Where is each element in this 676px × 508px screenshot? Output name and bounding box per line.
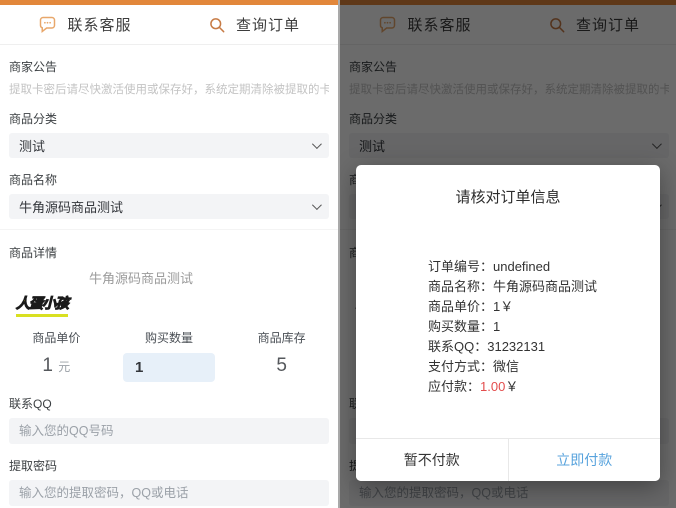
order-number-label: 订单编号： bbox=[428, 259, 494, 274]
chevron-down-icon bbox=[311, 139, 322, 150]
order-info-list: 订单编号：undefined 商品名称：牛角源码商品测试 商品单价：1￥ 购买数… bbox=[356, 257, 660, 397]
category-select[interactable]: 测试 bbox=[9, 133, 329, 158]
stock-label: 商品库存 bbox=[257, 331, 306, 345]
pay-now-button[interactable]: 立即付款 bbox=[507, 439, 660, 481]
order-number-value: undefined bbox=[493, 259, 551, 274]
search-icon bbox=[210, 17, 225, 32]
quantity-input[interactable] bbox=[123, 353, 215, 382]
quantity-value: 1 bbox=[493, 319, 501, 334]
contact-qq-label: 联系QQ： bbox=[428, 339, 488, 354]
notice-section: 商家公告 提取卡密后请尽快激活使用或保存好，系统定期清除被提取的卡密 bbox=[0, 58, 338, 97]
unit-price-unit: 元 bbox=[58, 360, 71, 374]
payment-method-value: 微信 bbox=[493, 359, 520, 374]
product-selected-value: 牛角源码商品测试 bbox=[19, 200, 124, 215]
page-header: 联系客服 查询订单 bbox=[0, 5, 338, 45]
contact-service-label: 联系客服 bbox=[67, 17, 132, 34]
brand-logo: 人蛋小孩 bbox=[16, 293, 70, 317]
unit-price-column: 商品单价 1 元 bbox=[0, 329, 113, 382]
unit-price-value: 1￥ bbox=[493, 299, 514, 314]
product-name-row: 商品名称：牛角源码商品测试 bbox=[428, 277, 660, 297]
stock-value: 5 bbox=[276, 355, 287, 376]
unit-price-label: 商品单价： bbox=[428, 299, 494, 314]
product-name-label: 商品名称 bbox=[9, 173, 58, 187]
payment-method-row: 支付方式：微信 bbox=[428, 357, 660, 377]
payable-label: 应付款： bbox=[428, 379, 481, 394]
quantity-label: 购买数量： bbox=[428, 319, 494, 334]
unit-price-row: 商品单价：1￥ bbox=[428, 297, 660, 317]
query-order-label: 查询订单 bbox=[235, 17, 300, 34]
password-section: 提取密码 bbox=[0, 457, 338, 506]
product-detail-label: 商品详情 bbox=[9, 246, 58, 260]
category-selected-value: 测试 bbox=[19, 139, 46, 154]
payable-amount: 1.00 bbox=[480, 379, 506, 394]
quantity-label: 购买数量 bbox=[145, 331, 194, 345]
dimmed-page-panel: 联系客服 查询订单 商家公告 提取卡密后请尽快激活使用或保存好，系统定期清除被提… bbox=[338, 0, 676, 508]
product-name-value: 牛角源码商品测试 bbox=[493, 279, 598, 294]
contact-service-button[interactable]: 联系客服 bbox=[0, 14, 169, 35]
product-detail-text: 牛角源码商品测试 bbox=[89, 271, 194, 286]
cancel-payment-button[interactable]: 暂不付款 bbox=[356, 439, 508, 481]
unit-price-value: 1 bbox=[42, 355, 53, 376]
storefront-page: 联系客服 查询订单 商家公告 提取卡密后请尽快激活使用或保存好，系统定期清除被提… bbox=[0, 0, 338, 508]
dialog-footer: 暂不付款 立即付款 bbox=[356, 438, 660, 481]
product-section: 商品名称 牛角源码商品测试 bbox=[0, 171, 338, 219]
screenshot-stage: 联系客服 查询订单 商家公告 提取卡密后请尽快激活使用或保存好，系统定期清除被提… bbox=[0, 0, 676, 508]
order-number-row: 订单编号：undefined bbox=[428, 257, 660, 277]
stock-column: 商品库存 5 bbox=[225, 329, 338, 382]
notice-label: 商家公告 bbox=[9, 60, 58, 74]
query-order-button[interactable]: 查询订单 bbox=[169, 14, 338, 35]
order-confirm-dialog: 请核对订单信息 订单编号：undefined 商品名称：牛角源码商品测试 商品单… bbox=[356, 165, 660, 481]
payment-method-label: 支付方式： bbox=[428, 359, 494, 374]
quantity-row: 购买数量：1 bbox=[428, 317, 660, 337]
chevron-down-icon bbox=[311, 200, 322, 211]
category-section: 商品分类 测试 bbox=[0, 110, 338, 158]
product-name-label: 商品名称： bbox=[428, 279, 494, 294]
unit-price-label: 商品单价 bbox=[32, 331, 81, 345]
extract-password-label: 提取密码 bbox=[9, 459, 58, 473]
purchase-info-row: 商品单价 1 元 购买数量 商品库存 5 bbox=[0, 329, 338, 382]
contact-qq-row: 联系QQ：31232131 bbox=[428, 337, 660, 357]
qq-number-input[interactable] bbox=[9, 418, 329, 444]
dialog-title: 请核对订单信息 bbox=[455, 189, 561, 206]
payable-currency: ￥ bbox=[505, 379, 519, 394]
extract-password-input[interactable] bbox=[9, 480, 329, 506]
category-label: 商品分类 bbox=[9, 112, 58, 126]
product-detail-section: 商品详情 牛角源码商品测试 人蛋小孩 bbox=[0, 229, 338, 317]
quantity-column: 购买数量 bbox=[113, 329, 226, 382]
contact-qq-label: 联系QQ bbox=[9, 397, 52, 411]
qq-section: 联系QQ bbox=[0, 395, 338, 444]
payable-amount-row: 应付款：1.00￥ bbox=[428, 377, 660, 397]
product-select[interactable]: 牛角源码商品测试 bbox=[9, 194, 329, 219]
notice-text: 提取卡密后请尽快激活使用或保存好，系统定期清除被提取的卡密 bbox=[9, 84, 329, 96]
chat-bubble-icon bbox=[40, 16, 56, 34]
contact-qq-value: 31232131 bbox=[487, 339, 546, 354]
